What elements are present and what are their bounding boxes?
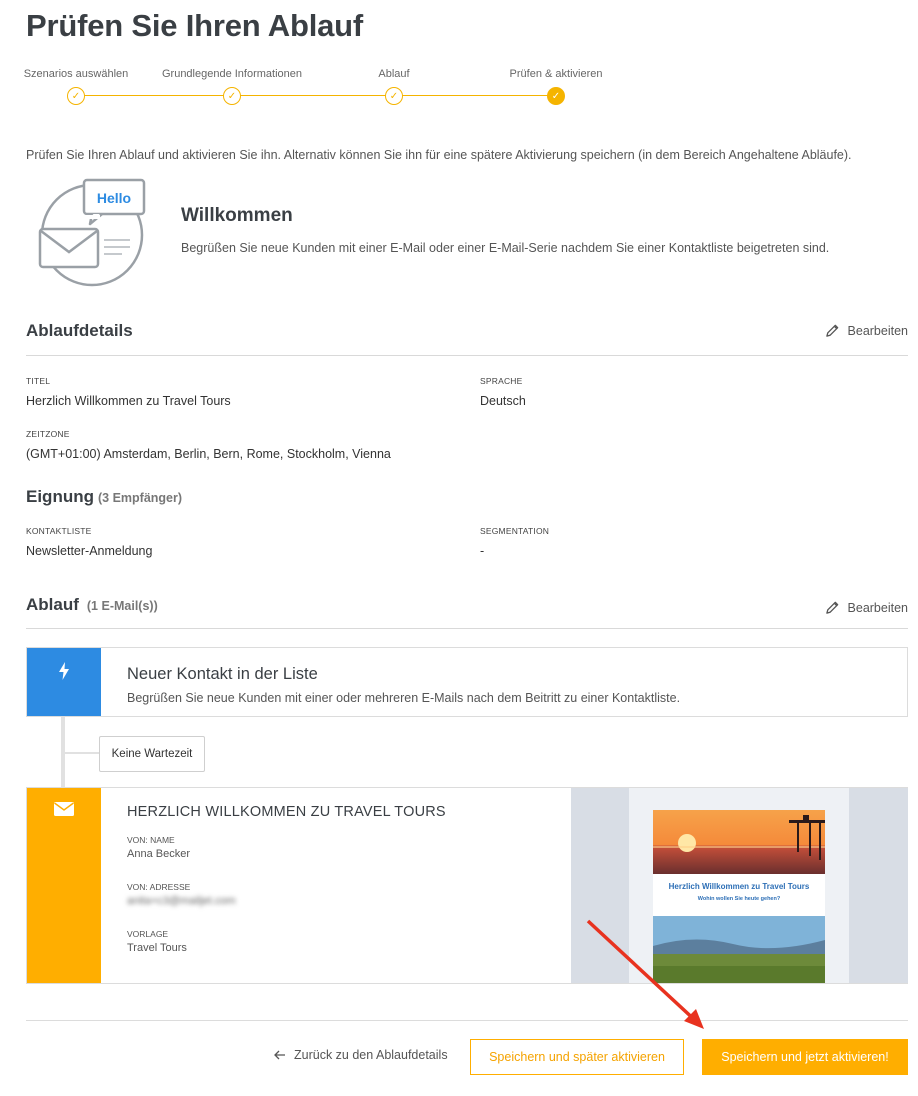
page-title: Prüfen Sie Ihren Ablauf (26, 8, 364, 43)
step-active-check-icon: ✓ (547, 87, 565, 105)
hello-bubble-text: Hello (97, 190, 131, 206)
from-name-label: VON: NAME (127, 835, 175, 845)
footer-divider (26, 1020, 908, 1021)
intro-text: Prüfen Sie Ihren Ablauf und aktivieren S… (26, 148, 852, 162)
from-address-label: VON: ADRESSE (127, 882, 191, 892)
preview-headline: Herzlich Willkommen zu Travel Tours (668, 882, 810, 891)
flow-email-count: (1 E-Mail(s)) (86, 599, 158, 613)
email-card[interactable]: HERZLICH WILLKOMMEN ZU TRAVEL TOURS VON:… (26, 787, 908, 984)
from-name-value: Anna Becker (127, 848, 190, 860)
step-check-icon[interactable]: ✓ (385, 87, 403, 105)
step-label-basic-info: Grundlegende Informationen (161, 68, 303, 80)
arrow-left-icon (274, 1050, 285, 1060)
step-label-scenarios: Szenarios auswählen (23, 68, 129, 80)
pencil-icon (825, 324, 838, 337)
trigger-description: Begrüßen Sie neue Kunden mit einer oder … (127, 691, 681, 705)
back-to-details-link[interactable]: Zurück zu den Ablaufdetails (274, 1048, 448, 1062)
step-check-icon[interactable]: ✓ (223, 87, 241, 105)
sunset-pier-image (653, 810, 825, 874)
timezone-field-label: ZEITZONE (26, 429, 70, 439)
details-heading: Ablaufdetails (26, 321, 133, 340)
language-field-label: SPRACHE (480, 376, 523, 386)
flow-connector-branch (65, 752, 99, 754)
preview-subline: Wohin wollen Sie heute gehen? (697, 896, 781, 902)
step-label-flow: Ablauf (378, 68, 410, 80)
trigger-strip (27, 648, 101, 716)
wait-time-box[interactable]: Keine Wartezeit (99, 736, 205, 772)
eligibility-heading-text: Eignung (26, 487, 94, 506)
segmentation-field-label: SEGMENTATION (480, 526, 550, 536)
contactlist-field-label: KONTAKTLISTE (26, 526, 92, 536)
trigger-title: Neuer Kontakt in der Liste (127, 665, 318, 683)
landscape-image (653, 916, 825, 983)
welcome-email-illustration: Hello (32, 172, 152, 288)
email-title: HERZLICH WILLKOMMEN ZU TRAVEL TOURS (127, 804, 446, 820)
flow-heading: Ablauf (1 E-Mail(s)) (26, 595, 158, 615)
title-field-label: TITEL (26, 376, 51, 386)
envelope-icon (54, 802, 74, 816)
step-check-icon[interactable]: ✓ (67, 87, 85, 105)
details-edit-label: Bearbeiten (847, 323, 908, 338)
email-preview-header: Herzlich Willkommen zu Travel Tours Wohi… (653, 874, 825, 916)
from-address-value: anita+c3@mailjet.com (127, 895, 236, 907)
progress-stepper: Szenarios auswählen Grundlegende Informa… (0, 60, 918, 110)
save-activate-now-button[interactable]: Speichern und jetzt aktivieren! (702, 1039, 908, 1075)
recipient-count: (3 Empfänger) (97, 491, 183, 505)
language-field-value: Deutsch (480, 394, 526, 408)
back-link-label: Zurück zu den Ablaufdetails (294, 1048, 448, 1062)
step-label-review: Prüfen & aktivieren (509, 68, 603, 80)
segmentation-field-value: - (480, 544, 485, 558)
template-value: Travel Tours (127, 942, 187, 954)
save-later-button[interactable]: Speichern und später aktivieren (470, 1039, 684, 1075)
flow-edit-label: Bearbeiten (847, 600, 908, 615)
trigger-card[interactable]: Neuer Kontakt in der Liste Begrüßen Sie … (26, 647, 908, 717)
email-strip (27, 788, 101, 983)
template-label: VORLAGE (127, 929, 169, 939)
details-divider (26, 355, 908, 356)
contactlist-field-value: Newsletter-Anmeldung (26, 544, 153, 558)
flow-heading-text: Ablauf (26, 595, 79, 614)
flow-edit-link[interactable]: Bearbeiten (825, 600, 908, 615)
title-field-value: Herzlich Willkommen zu Travel Tours (26, 394, 231, 408)
eligibility-heading: Eignung (3 Empfänger) (26, 487, 182, 507)
flow-divider (26, 628, 908, 629)
welcome-description: Begrüßen Sie neue Kunden mit einer E-Mai… (181, 241, 830, 255)
stepper-line (76, 95, 556, 96)
timezone-field-value: (GMT+01:00) Amsterdam, Berlin, Bern, Rom… (26, 447, 391, 461)
welcome-title: Willkommen (181, 205, 293, 226)
pencil-icon (825, 601, 838, 614)
details-edit-link[interactable]: Bearbeiten (825, 323, 908, 338)
lightning-icon (59, 662, 69, 680)
